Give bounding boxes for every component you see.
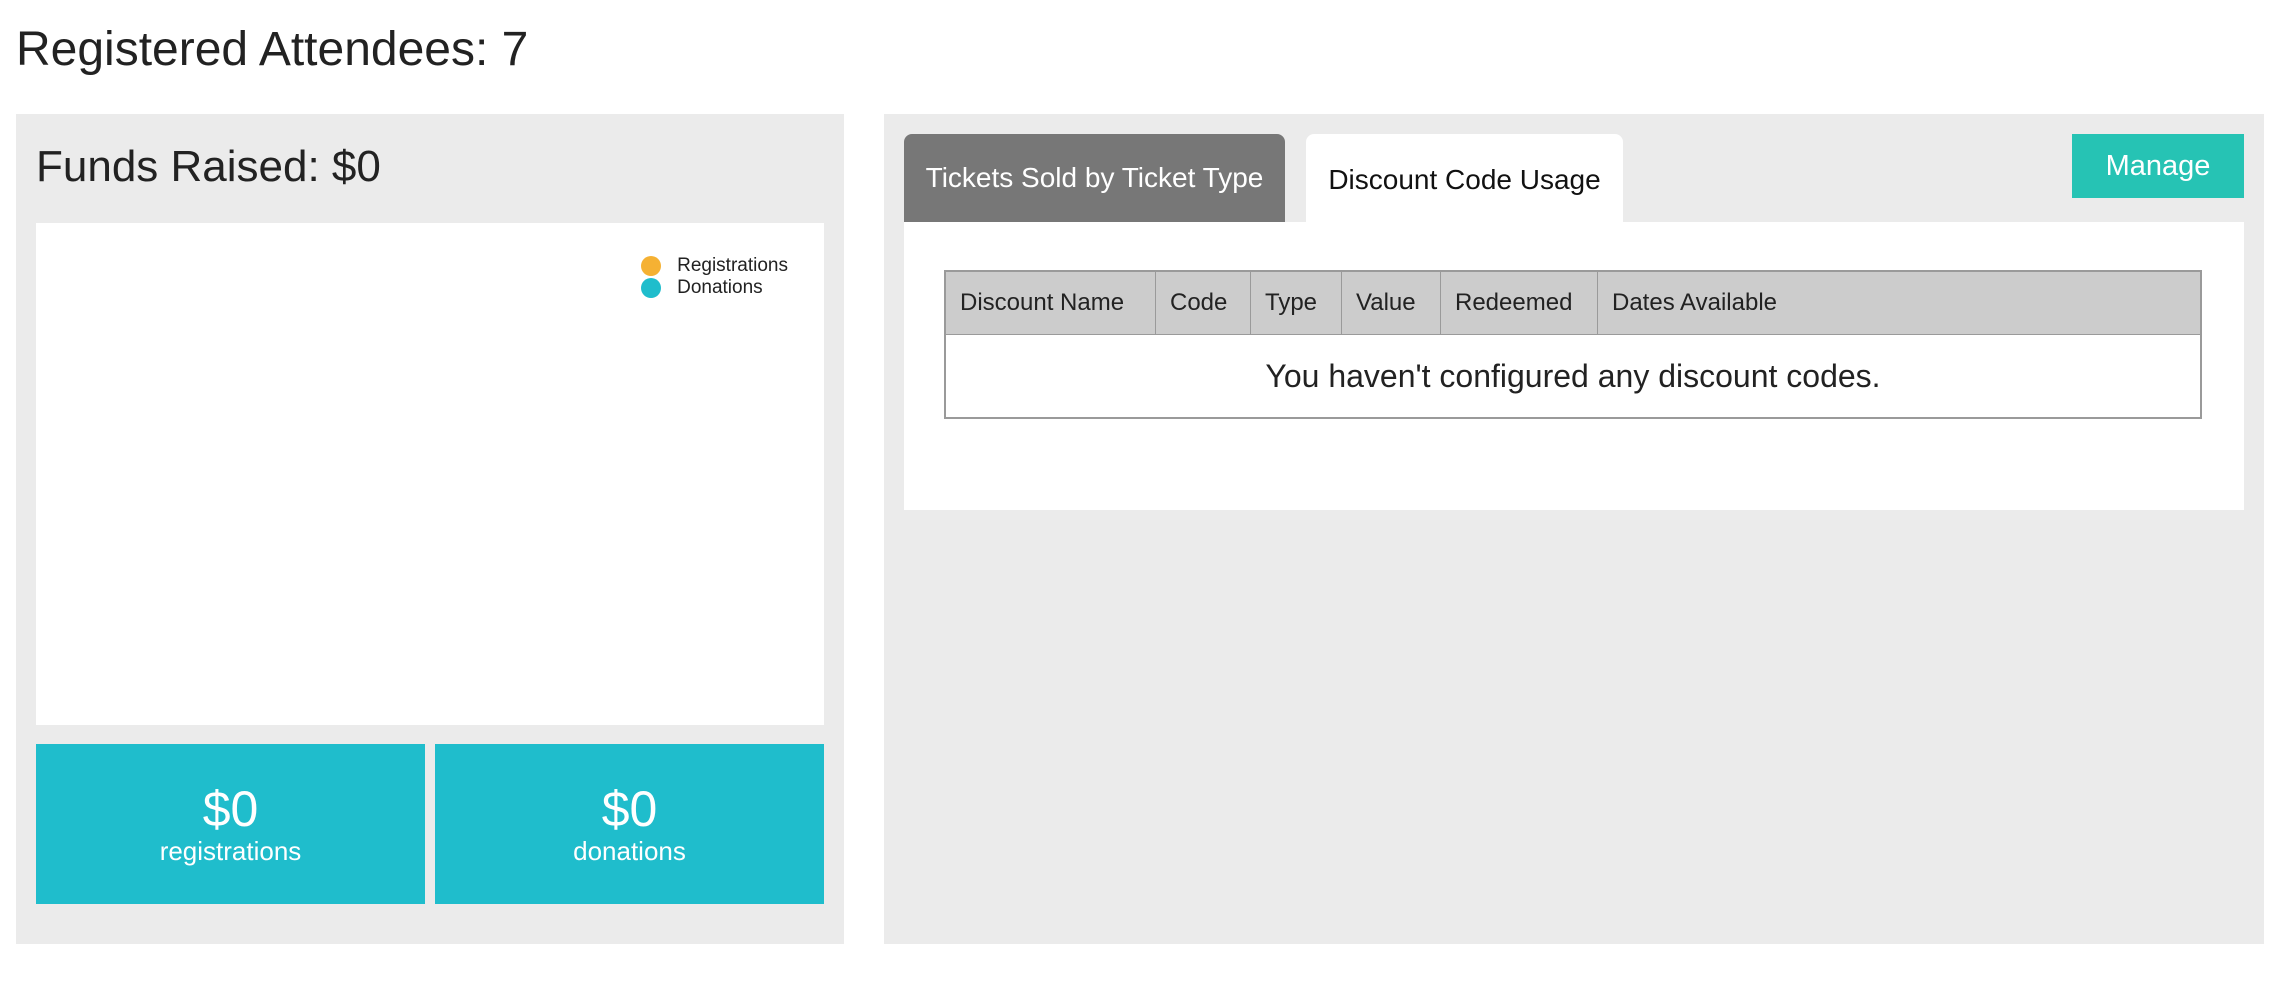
funds-panel: Funds Raised: $0 Registrations Donations… xyxy=(16,114,844,944)
discount-codes-table: Discount Name Code Type Value Redeemed D… xyxy=(944,270,2202,419)
tab-tickets-sold[interactable]: Tickets Sold by Ticket Type xyxy=(904,134,1285,222)
column-header-value[interactable]: Value xyxy=(1341,270,1441,335)
table-header-row: Discount Name Code Type Value Redeemed D… xyxy=(944,270,2202,335)
dashboard-page: Registered Attendees: 7 Funds Raised: $0… xyxy=(0,0,2278,986)
legend-item-donations[interactable]: Donations xyxy=(641,277,788,299)
manage-button[interactable]: Manage xyxy=(2072,134,2244,198)
funds-raised-title: Funds Raised: $0 xyxy=(36,142,381,191)
legend-label: Registrations xyxy=(677,255,788,276)
registrations-stat-tile: $0 registrations xyxy=(36,744,425,904)
stat-label: registrations xyxy=(159,836,302,866)
usage-panel: Tickets Sold by Ticket Type Discount Cod… xyxy=(884,114,2264,944)
donations-stat-tile: $0 donations xyxy=(435,744,824,904)
column-header-discount-name[interactable]: Discount Name xyxy=(944,270,1156,335)
tab-discount-code-usage[interactable]: Discount Code Usage xyxy=(1306,134,1623,224)
stat-value: $0 xyxy=(202,781,259,837)
legend-label: Donations xyxy=(677,277,763,298)
funds-chart: Registrations Donations xyxy=(36,223,824,725)
chart-legend: Registrations Donations xyxy=(641,255,788,299)
empty-table-message: You haven't configured any discount code… xyxy=(945,334,2201,418)
column-header-type[interactable]: Type xyxy=(1250,270,1342,335)
registrations-dot-icon xyxy=(641,256,662,276)
stat-value: $0 xyxy=(601,781,658,837)
stat-label: donations xyxy=(573,836,686,866)
column-header-redeemed[interactable]: Redeemed xyxy=(1440,270,1598,335)
column-header-code[interactable]: Code xyxy=(1155,270,1251,335)
tab-content: Discount Name Code Type Value Redeemed D… xyxy=(904,222,2244,510)
page-title: Registered Attendees: 7 xyxy=(16,23,529,76)
donations-dot-icon xyxy=(641,278,662,298)
column-header-dates-available[interactable]: Dates Available xyxy=(1597,270,2202,335)
table-row: You haven't configured any discount code… xyxy=(945,334,2201,418)
legend-item-registrations[interactable]: Registrations xyxy=(641,255,788,277)
